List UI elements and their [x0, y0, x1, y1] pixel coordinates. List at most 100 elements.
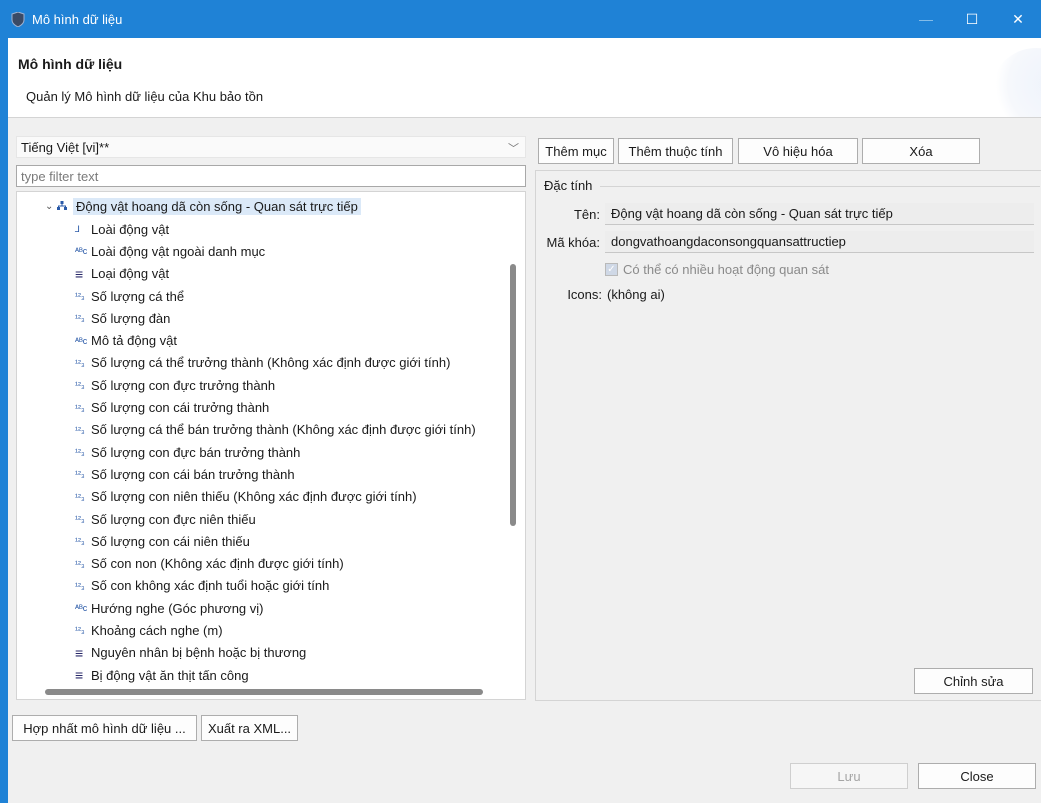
data-model-tree[interactable]: ⌄ Động vật hoang dã còn sống - Quan sát …: [16, 191, 526, 700]
tree-root-item[interactable]: ⌄ Động vật hoang dã còn sống - Quan sát …: [45, 196, 361, 216]
tree-item-label: Số con không xác định tuổi hoặc giới tín…: [91, 578, 330, 594]
number-icon: ¹²₃: [75, 491, 85, 502]
number-icon: ¹²₃: [75, 313, 85, 324]
tree-icon: ⅃: [75, 223, 81, 234]
vertical-scrollbar[interactable]: [510, 264, 516, 526]
tree-item-label: Số lượng cá thể bán trưởng thành (Không …: [91, 422, 476, 438]
key-field[interactable]: dongvathoangdaconsongquansattructiep: [605, 231, 1034, 253]
tree-item[interactable]: ⅃ Loài động vật: [75, 218, 476, 240]
tree-item-label: Số con non (Không xác định được giới tín…: [91, 556, 344, 572]
multi-observation-label: Có thể có nhiều hoạt động quan sát: [623, 262, 829, 277]
language-select[interactable]: Tiếng Việt [vi]** ﹀: [16, 136, 526, 158]
divider: [600, 186, 1040, 187]
icons-label: Icons:: [567, 287, 602, 302]
icons-value: (không ai): [607, 287, 665, 302]
tree-item[interactable]: ¹²₃ Số lượng con niên thiếu (Không xác đị…: [75, 486, 476, 508]
tree-item-label: Hướng nghe (Góc phương vị): [91, 600, 264, 616]
tree-item-label: Loài động vật ngoài danh mục: [91, 243, 266, 259]
number-icon: ¹²₃: [75, 625, 85, 636]
number-icon: ¹²₃: [75, 291, 85, 302]
tree-item[interactable]: ¹²₃ Số lượng cá thể trưởng thành (Không x…: [75, 352, 476, 374]
window-border: [0, 38, 8, 803]
number-icon: ¹²₃: [75, 514, 85, 524]
close-button[interactable]: Close: [918, 763, 1036, 789]
close-window-button[interactable]: ✕: [995, 0, 1041, 38]
tree-item-label: Số lượng đàn: [91, 310, 171, 326]
merge-data-model-button[interactable]: Hợp nhất mô hình dữ liệu ...: [12, 715, 197, 741]
add-attribute-button[interactable]: Thêm thuộc tính: [618, 138, 733, 164]
tree-item-label: Loài động vật: [91, 221, 170, 237]
export-xml-button[interactable]: Xuất ra XML...: [201, 715, 298, 741]
add-category-button[interactable]: Thêm mục: [538, 138, 614, 164]
tree-item[interactable]: ¹²₃ Số lượng con cái trưởng thành: [75, 396, 476, 418]
edit-button[interactable]: Chỉnh sửa: [914, 668, 1033, 694]
name-label: Tên:: [573, 207, 600, 222]
delete-button[interactable]: Xóa: [862, 138, 980, 164]
language-value: Tiếng Việt [vi]**: [21, 139, 110, 155]
tree-item[interactable]: ᴬᴮc Mô tả động vật: [75, 329, 476, 351]
number-icon: ¹²₃: [75, 380, 85, 391]
tree-item-label: Nguyên nhân bị bệnh hoặc bị thương: [91, 645, 307, 661]
tree-item[interactable]: ¹²₃ Số lượng con cái bán trưởng thành: [75, 463, 476, 485]
text-icon: ᴬᴮc: [75, 603, 88, 614]
properties-legend: Đặc tính: [542, 178, 595, 193]
list-icon: ≡: [75, 644, 84, 661]
category-icon: [57, 201, 71, 211]
number-icon: ¹²₃: [75, 580, 85, 591]
number-icon: ¹²₃: [75, 402, 85, 413]
tree-item[interactable]: ¹²₃ Số lượng con cái niên thiếu: [75, 530, 476, 552]
list-icon: ≡: [75, 265, 84, 282]
tree-item[interactable]: ¹²₃ Số lượng cá thể: [75, 285, 476, 307]
dialog-header: Mô hình dữ liệu Quản lý Mô hình dữ liệu …: [8, 38, 1041, 118]
tree-item-label: Số lượng cá thể: [91, 288, 185, 304]
maximize-button[interactable]: ☐: [949, 0, 995, 38]
save-button[interactable]: Lưu: [790, 763, 908, 789]
minimize-button[interactable]: —: [903, 0, 949, 38]
checkmark-icon: ✓: [605, 263, 618, 276]
name-field[interactable]: Động vật hoang dã còn sống - Quan sát tr…: [605, 203, 1034, 225]
tree-items: ⅃ Loài động vật ᴬᴮc Loài động vật ngoài dan…: [75, 218, 476, 686]
text-icon: ᴬᴮc: [75, 335, 88, 346]
title-bar: Mô hình dữ liệu — ☐ ✕: [0, 0, 1041, 38]
tree-item[interactable]: ¹²₃ Số lượng con đực bán trưởng thành: [75, 441, 476, 463]
chevron-down-icon: ﹀: [508, 143, 519, 155]
tree-item-label: Số lượng con cái trưởng thành: [91, 400, 270, 416]
filter-input[interactable]: [16, 165, 526, 187]
dialog-title: Mô hình dữ liệu: [18, 56, 123, 72]
tree-item-label: Bị động vật ăn thịt tấn công: [91, 667, 249, 683]
tree-item-label: Số lượng con đực trưởng thành: [91, 377, 276, 393]
tree-item[interactable]: ¹²₃ Số lượng con đực trưởng thành: [75, 374, 476, 396]
dialog-subtitle: Quản lý Mô hình dữ liệu của Khu bảo tồn: [26, 89, 264, 104]
text-icon: ᴬᴮc: [75, 246, 88, 257]
tree-item[interactable]: ¹²₃ Số con không xác định tuổi hoặc giới …: [75, 575, 476, 597]
number-icon: ¹²₃: [75, 536, 85, 547]
tree-item-label: Mô tả động vật: [91, 333, 177, 349]
number-icon: ¹²₃: [75, 469, 85, 480]
tree-item[interactable]: ≡ Loại động vật: [75, 263, 476, 285]
disable-button[interactable]: Vô hiệu hóa: [738, 138, 858, 164]
tree-item-label: Số lượng cá thể trưởng thành (Không xác …: [91, 355, 451, 371]
horizontal-scrollbar[interactable]: [45, 689, 483, 695]
tree-item[interactable]: ¹²₃ Khoảng cách nghe (m): [75, 619, 476, 641]
tree-item-label: Số lượng con cái bán trưởng thành: [91, 466, 295, 482]
tree-item-label: Khoảng cách nghe (m): [91, 622, 223, 638]
header-decoration: [991, 48, 1041, 117]
tree-item[interactable]: ¹²₃ Số con non (Không xác định được giới …: [75, 552, 476, 574]
number-icon: ¹²₃: [75, 558, 85, 569]
tree-item-label: Số lượng con niên thiếu (Không xác định …: [91, 489, 417, 505]
tree-item[interactable]: ᴬᴮc Hướng nghe (Góc phương vị): [75, 597, 476, 619]
tree-item[interactable]: ¹²₃ Số lượng con đực niên thiếu: [75, 508, 476, 530]
tree-item[interactable]: ¹²₃ Số lượng đàn: [75, 307, 476, 329]
tree-root-label: Động vật hoang dã còn sống - Quan sát tr…: [73, 197, 361, 215]
chevron-down-icon[interactable]: ⌄: [45, 201, 57, 212]
tree-item[interactable]: ᴬᴮc Loài động vật ngoài danh mục: [75, 240, 476, 262]
multi-observation-checkbox[interactable]: ✓ Có thể có nhiều hoạt động quan sát: [605, 262, 829, 277]
tree-item-label: Số lượng con cái niên thiếu: [91, 533, 250, 549]
number-icon: ¹²₃: [75, 424, 85, 435]
window-title: Mô hình dữ liệu: [32, 11, 123, 27]
tree-item[interactable]: ≡ Nguyên nhân bị bệnh hoặc bị thương: [75, 642, 476, 664]
tree-item[interactable]: ¹²₃ Số lượng cá thể bán trưởng thành (Khô…: [75, 419, 476, 441]
list-icon: ≡: [75, 667, 84, 684]
tree-item[interactable]: ≡ Bị động vật ăn thịt tấn công: [75, 664, 476, 686]
tree-item-label: Số lượng con đực niên thiếu: [91, 511, 256, 527]
